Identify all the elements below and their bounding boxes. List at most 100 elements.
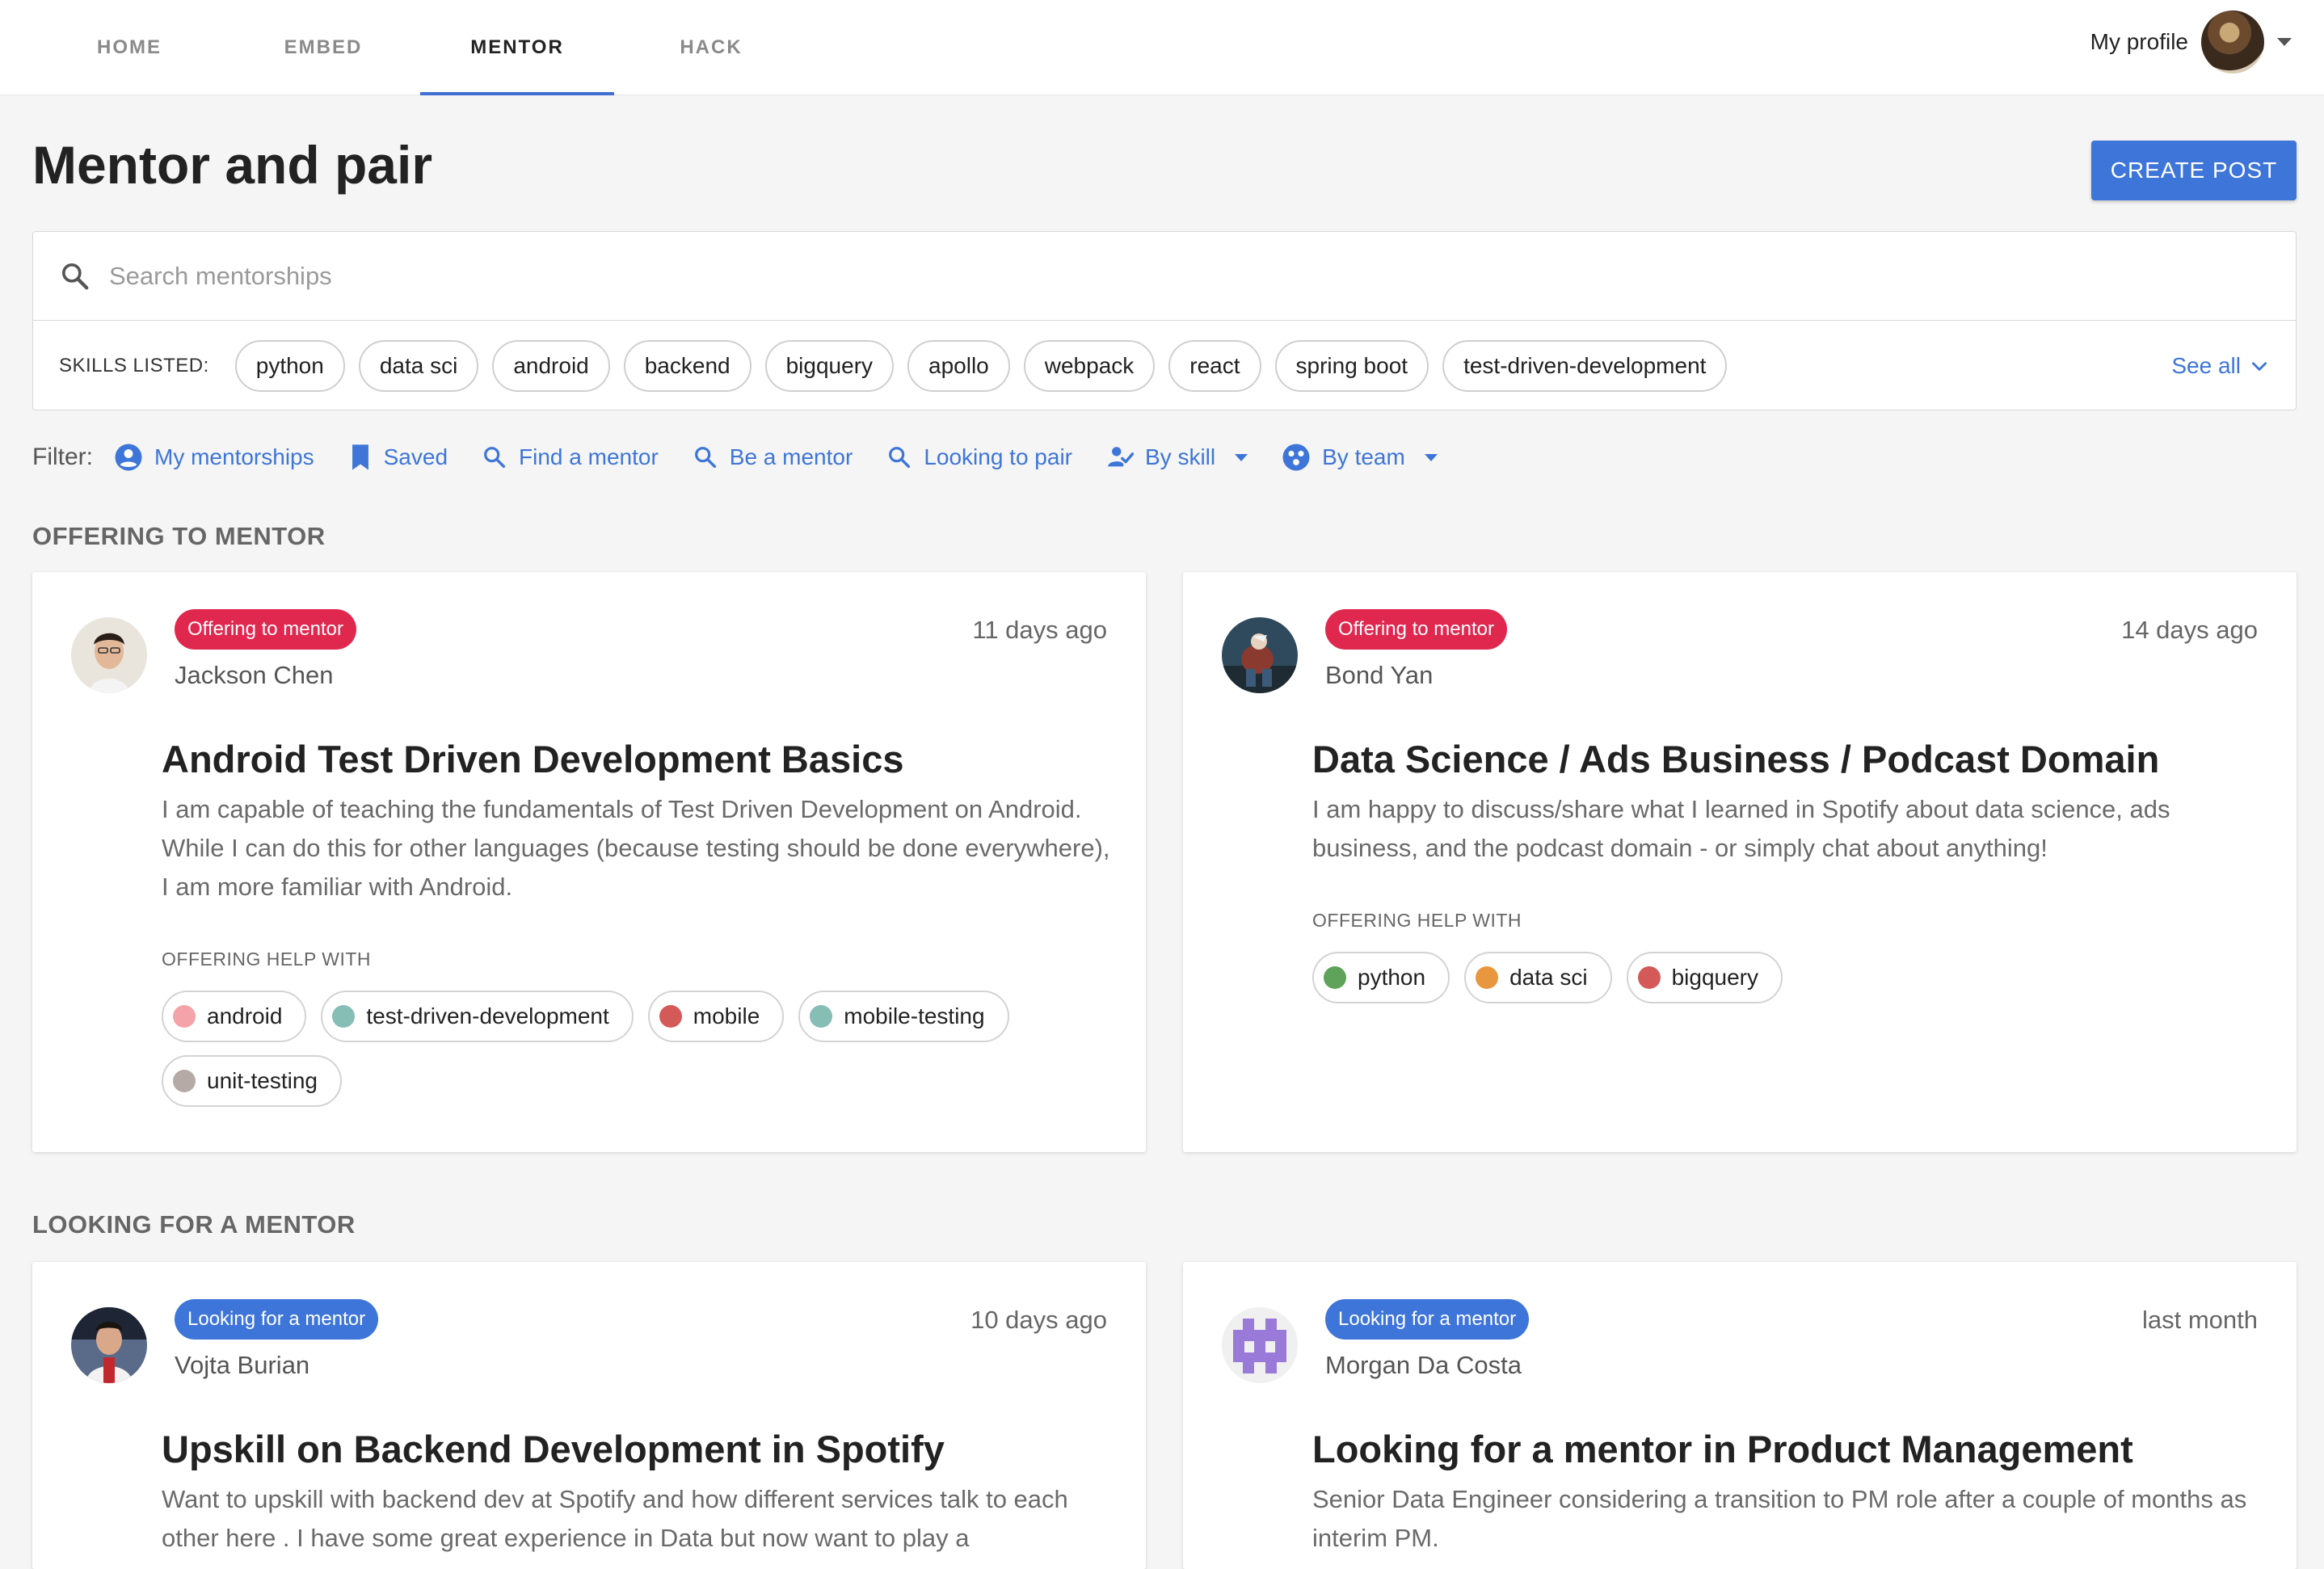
skill-chip-backend[interactable]: backend: [623, 340, 752, 392]
skill-chip-android[interactable]: android: [492, 340, 610, 392]
filter-label-my-mentorships: My mentorships: [154, 444, 314, 469]
caret-down-icon: [1424, 453, 1438, 461]
filter-looking-to-pair[interactable]: Looking to pair: [886, 444, 1072, 470]
post-card[interactable]: Offering to mentor Jackson Chen 11 days …: [32, 572, 1146, 1152]
filter-my-mentorships[interactable]: My mentorships: [114, 443, 314, 472]
avatar: [71, 1307, 147, 1383]
account-circle-icon: [115, 444, 142, 471]
skills-label: SKILLS LISTED:: [59, 355, 209, 376]
filter-be-a-mentor[interactable]: Be a mentor: [693, 444, 853, 470]
search-input[interactable]: [109, 261, 2210, 291]
post-title[interactable]: Data Science / Ads Business / Podcast Do…: [1312, 737, 2159, 781]
author-name: Jackson Chen: [175, 661, 334, 689]
skill-chip-webpack[interactable]: webpack: [1023, 340, 1156, 392]
post-description: I am happy to discuss/share what I learn…: [1312, 795, 2170, 862]
skill-chip-react[interactable]: react: [1168, 340, 1261, 392]
author-name: Bond Yan: [1325, 661, 1434, 689]
create-post-button[interactable]: CREATE POST: [2091, 141, 2297, 200]
tab-mentor[interactable]: MENTOR: [420, 0, 614, 95]
tag-color-dot: [810, 1005, 833, 1028]
filter-saved[interactable]: Saved: [348, 444, 448, 471]
post-description: Senior Data Engineer considering a trans…: [1312, 1485, 2247, 1552]
skill-chip-apollo[interactable]: apollo: [907, 340, 1010, 392]
tag-chip-data-sci[interactable]: data sci: [1464, 952, 1612, 1003]
tag-chip-mobile[interactable]: mobile: [647, 991, 785, 1042]
search-panel: SKILLS LISTED: python data sci android b…: [32, 231, 2297, 410]
tag-color-dot: [659, 1005, 682, 1028]
tag-label: mobile: [693, 1003, 760, 1028]
timestamp: 10 days ago: [970, 1306, 1107, 1334]
tag-color-dot: [332, 1005, 356, 1028]
filter-label-looking-to-pair: Looking to pair: [924, 444, 1072, 469]
post-title[interactable]: Upskill on Backend Development in Spotif…: [162, 1427, 945, 1471]
post-card[interactable]: Offering to mentor Bond Yan 14 days ago …: [1183, 572, 2297, 1152]
skill-chip-data-sci[interactable]: data sci: [358, 340, 479, 392]
search-icon: [62, 263, 89, 289]
filter-label-saved: Saved: [383, 444, 448, 469]
tab-hack[interactable]: HACK: [614, 0, 808, 95]
tag-color-dot: [173, 1005, 196, 1028]
tag-label: unit-testing: [207, 1068, 318, 1093]
tag-color-dot: [1637, 966, 1661, 989]
search-icon: [889, 447, 911, 469]
skills-row: SKILLS LISTED: python data sci android b…: [33, 321, 2296, 411]
post-title[interactable]: Android Test Driven Development Basics: [162, 737, 903, 781]
post-title[interactable]: Looking for a mentor in Product Manageme…: [1312, 1427, 2133, 1471]
tag-label: bigquery: [1671, 965, 1758, 990]
tag-label: python: [1358, 965, 1426, 990]
skill-chip-spring-boot[interactable]: spring boot: [1274, 340, 1429, 392]
tag-list: android test-driven-development mobile m…: [162, 991, 1123, 1107]
person-check-icon: [1108, 447, 1134, 467]
tab-embed[interactable]: EMBED: [226, 0, 420, 95]
filter-by-team[interactable]: By team: [1282, 443, 1438, 472]
tag-label: test-driven-development: [366, 1003, 609, 1028]
tag-label: mobile-testing: [844, 1003, 985, 1028]
status-badge: Offering to mentor: [175, 609, 356, 650]
chevron-down-icon: [2277, 38, 2292, 46]
status-badge: Looking for a mentor: [175, 1299, 379, 1340]
filter-by-skill[interactable]: By skill: [1106, 444, 1248, 471]
skill-chip-bigquery[interactable]: bigquery: [764, 340, 895, 392]
status-badge: Looking for a mentor: [1325, 1299, 1530, 1340]
tag-chip-python[interactable]: python: [1312, 952, 1450, 1003]
page-title: Mentor and pair: [32, 135, 433, 195]
filter-label-be-a-mentor: Be a mentor: [729, 444, 853, 469]
tag-label: android: [207, 1003, 283, 1028]
avatar: [1222, 617, 1298, 693]
bookmark-icon: [352, 444, 368, 470]
tag-chip-android[interactable]: android: [162, 991, 307, 1042]
see-all-label: See all: [2171, 353, 2241, 378]
section-heading-offering: OFFERING TO MENTOR: [32, 522, 326, 550]
timestamp: last month: [2141, 1306, 2258, 1334]
filter-row: Filter: My mentorships Saved Find a ment…: [32, 433, 1471, 482]
profile-label: My profile: [2090, 29, 2188, 54]
avatar: [71, 617, 147, 693]
tag-chip-test-driven-development[interactable]: test-driven-development: [321, 991, 634, 1042]
filter-label-by-skill: By skill: [1145, 444, 1216, 469]
see-all-link[interactable]: See all: [2171, 321, 2270, 411]
tag-chip-unit-testing[interactable]: unit-testing: [162, 1055, 342, 1107]
filter-find-a-mentor[interactable]: Find a mentor: [482, 444, 659, 470]
timestamp: 14 days ago: [2121, 616, 2258, 644]
author-name: Vojta Burian: [175, 1351, 310, 1379]
timestamp: 11 days ago: [972, 616, 1107, 644]
author-name: Morgan Da Costa: [1325, 1351, 1522, 1379]
skill-chip-python[interactable]: python: [234, 340, 345, 392]
avatar: [1222, 1307, 1298, 1383]
post-card[interactable]: Looking for a mentor Vojta Burian 10 day…: [32, 1262, 1146, 1569]
chevron-down-icon: [2252, 362, 2267, 371]
help-label: OFFERING HELP WITH: [1312, 910, 1522, 931]
tag-list: python data sci bigquery: [1312, 952, 2274, 1003]
help-label: OFFERING HELP WITH: [162, 949, 372, 970]
tag-chip-mobile-testing[interactable]: mobile-testing: [798, 991, 1009, 1042]
profile-menu[interactable]: My profile: [2090, 0, 2292, 84]
team-icon: [1282, 444, 1310, 471]
tag-label: data sci: [1509, 965, 1588, 990]
post-card[interactable]: Looking for a mentor Morgan Da Costa las…: [1183, 1262, 2297, 1569]
search-icon: [484, 447, 506, 469]
tag-chip-bigquery[interactable]: bigquery: [1626, 952, 1783, 1003]
tab-home[interactable]: HOME: [32, 0, 226, 95]
post-description: I am capable of teaching the fundamental…: [162, 795, 1110, 901]
skill-chip-test-driven-development[interactable]: test-driven-development: [1442, 340, 1728, 392]
search-row: [33, 232, 2296, 321]
